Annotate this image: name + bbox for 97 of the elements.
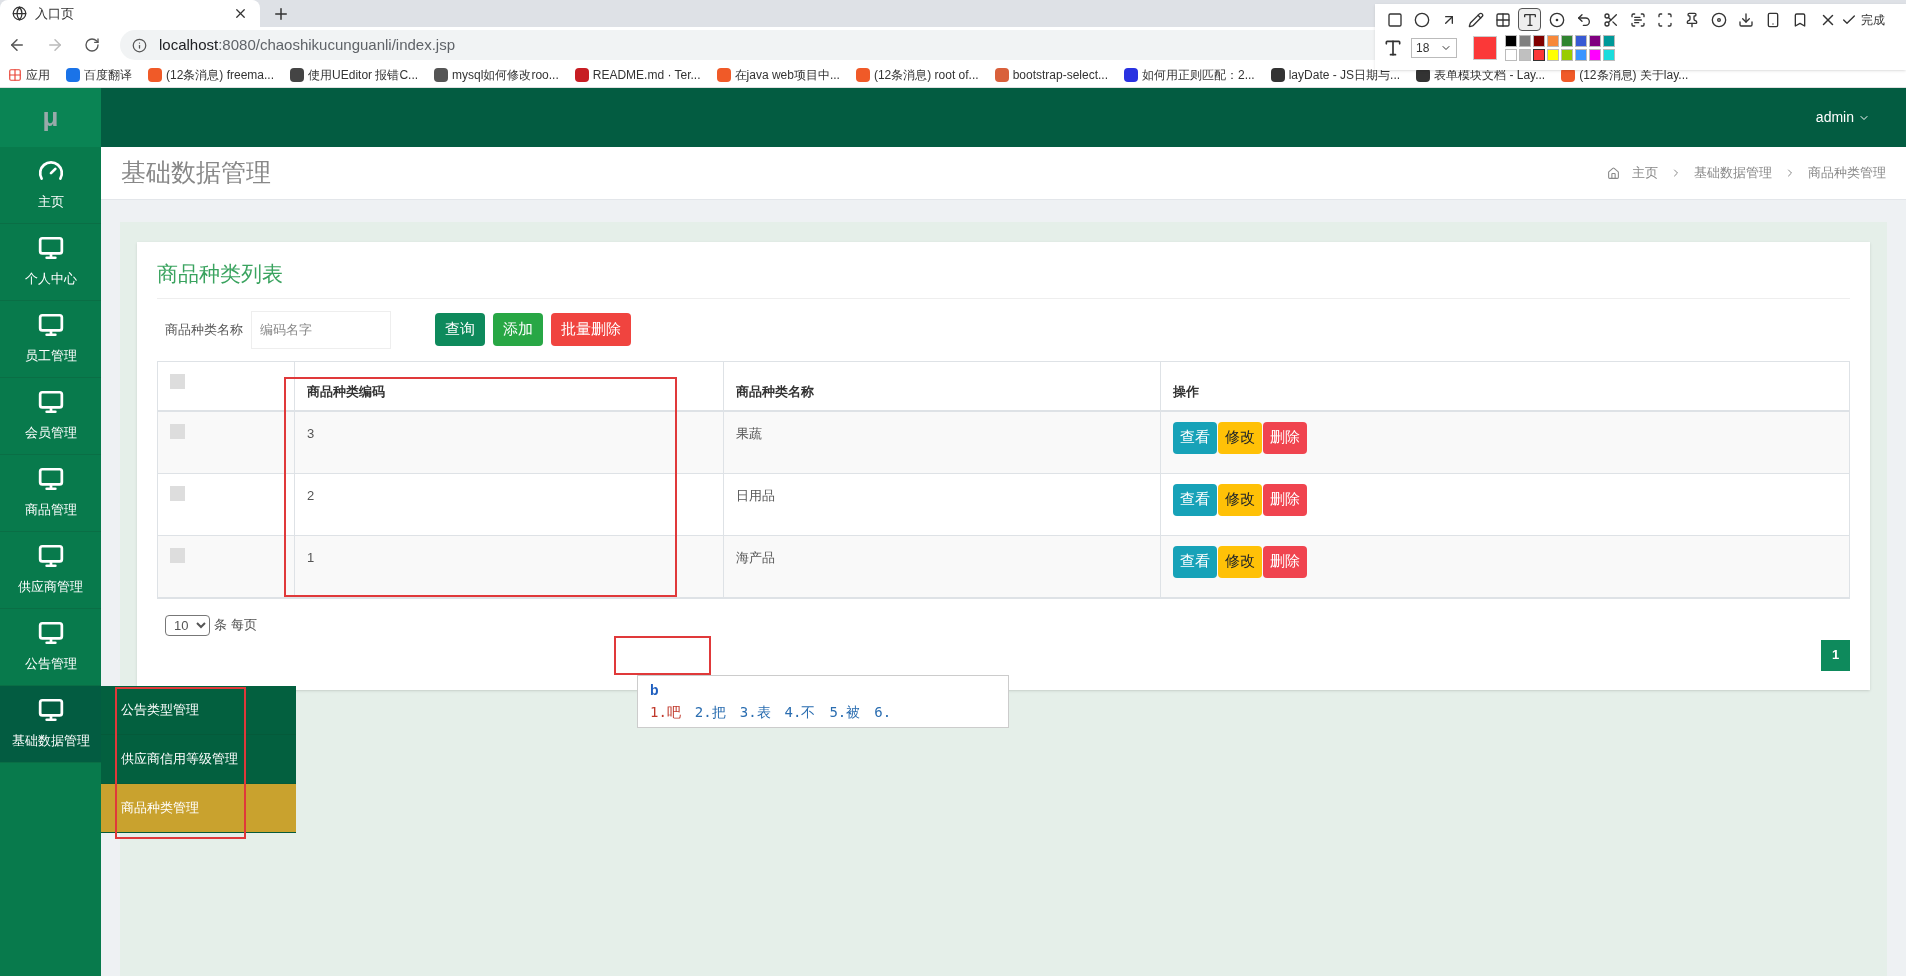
- column-header: 商品种类名称: [724, 361, 1161, 410]
- bookmark-link[interactable]: (12条消息) 关于lay...: [1579, 66, 1689, 84]
- column-header: 操作: [1172, 382, 1200, 401]
- back-icon[interactable]: [8, 36, 26, 54]
- table-cell: 3: [307, 425, 315, 441]
- monitor-icon: [37, 235, 64, 262]
- toolbar-button[interactable]: 查询: [435, 313, 485, 346]
- bookmark-link[interactable]: 如何用正则匹配：2...: [1142, 66, 1255, 84]
- row-action-button[interactable]: 删除: [1263, 483, 1307, 516]
- ime-candidate[interactable]: 3.表: [739, 702, 771, 723]
- palette-swatch[interactable]: [1533, 35, 1545, 47]
- ime-candidate[interactable]: 5.被: [829, 702, 861, 723]
- breadcrumb-link[interactable]: 主页: [1632, 163, 1658, 183]
- bookmark-link[interactable]: 表单模块文档 - Lay...: [1434, 66, 1546, 84]
- checkbox[interactable]: [170, 547, 185, 563]
- app-logo: μ: [0, 88, 101, 147]
- monitor-icon: [37, 620, 64, 647]
- palette-swatch[interactable]: [1603, 35, 1615, 47]
- page-button[interactable]: 1: [1821, 639, 1850, 671]
- row-action-button[interactable]: 查看: [1173, 483, 1217, 516]
- bookmark-link[interactable]: README.md · Ter...: [592, 66, 701, 84]
- table-cell: 果蔬: [736, 425, 762, 441]
- palette-swatch[interactable]: [1561, 49, 1573, 61]
- row-action-button[interactable]: 修改: [1218, 421, 1262, 454]
- bookmark-link[interactable]: mysql如何修改roo...: [452, 66, 559, 84]
- bookmark-link[interactable]: 百度翻译: [84, 66, 132, 84]
- breadcrumb-link[interactable]: 商品种类管理: [1808, 163, 1886, 183]
- palette-swatch[interactable]: [1561, 35, 1573, 47]
- palette-swatch[interactable]: [1589, 49, 1601, 61]
- sidebar-item[interactable]: 基础数据管理: [0, 686, 101, 763]
- breadcrumb-link[interactable]: 基础数据管理: [1694, 163, 1772, 183]
- bookmark-link[interactable]: (12条消息) freema...: [166, 66, 275, 84]
- bookmark-link[interactable]: 使用UEditor 报错C...: [308, 66, 419, 84]
- bookmark-link[interactable]: bootstrap-select...: [1012, 66, 1108, 84]
- ime-candidate[interactable]: 6.: [874, 702, 892, 723]
- ime-candidate[interactable]: 1.吧: [650, 702, 681, 723]
- page-title: 基础数据管理: [121, 157, 271, 189]
- checkbox[interactable]: [170, 423, 185, 439]
- font-size-select[interactable]: 18: [1411, 38, 1457, 58]
- card-title: 商品种类列表: [157, 242, 1850, 299]
- search-field[interactable]: 编码名字: [251, 310, 391, 349]
- row-action-button[interactable]: 查看: [1173, 545, 1217, 578]
- palette-swatch[interactable]: [1575, 49, 1587, 61]
- search-label: 商品种类名称: [165, 320, 243, 339]
- table-cell: 海产品: [736, 549, 775, 565]
- table-cell: 1: [307, 549, 315, 565]
- monitor-icon: [37, 697, 64, 724]
- palette-swatch[interactable]: [1533, 49, 1545, 61]
- submenu-item[interactable]: 公告类型管理: [101, 686, 296, 735]
- row-action-button[interactable]: 删除: [1263, 545, 1307, 578]
- palette-swatch[interactable]: [1519, 49, 1531, 61]
- user-menu[interactable]: admin: [1815, 107, 1870, 128]
- row-action-button[interactable]: 删除: [1263, 421, 1307, 454]
- ime-candidate[interactable]: 2.把: [694, 702, 726, 723]
- new-tab-icon[interactable]: [272, 5, 290, 23]
- toolbar-button[interactable]: 批量删除: [551, 313, 631, 346]
- palette-swatch[interactable]: [1519, 35, 1531, 47]
- globe-icon: [12, 6, 27, 21]
- info-icon: [132, 37, 147, 53]
- checkbox[interactable]: [170, 373, 185, 389]
- row-action-button[interactable]: 修改: [1218, 483, 1262, 516]
- table-cell: 2: [307, 487, 315, 503]
- ime-candidate[interactable]: 4.不: [784, 702, 816, 723]
- reload-icon[interactable]: [84, 37, 100, 53]
- palette-swatch[interactable]: [1603, 49, 1615, 61]
- toolbar-button[interactable]: 添加: [493, 313, 543, 346]
- row-action-button[interactable]: 修改: [1218, 545, 1262, 578]
- palette-swatch[interactable]: [1505, 49, 1517, 61]
- monitor-icon: [37, 543, 64, 570]
- url-text: localhost:8080/chaoshikucunguanli/index.jsp: [159, 34, 456, 55]
- page-size-select[interactable]: 10: [165, 614, 210, 636]
- monitor-icon: [37, 312, 64, 339]
- bookmark-link[interactable]: layDate - JS日期与...: [1288, 66, 1401, 84]
- bookmark-link[interactable]: 应用: [26, 66, 50, 84]
- current-color-swatch[interactable]: [1473, 36, 1497, 60]
- monitor-icon: [37, 389, 64, 416]
- bookmark-link[interactable]: 在java web项目中...: [734, 66, 840, 84]
- row-action-button[interactable]: 查看: [1173, 421, 1217, 454]
- table-cell: 日用品: [736, 487, 775, 503]
- close-icon[interactable]: [233, 6, 248, 21]
- done-button[interactable]: 完成: [1841, 10, 1885, 29]
- browser-tab[interactable]: 入口页: [0, 0, 260, 27]
- palette-swatch[interactable]: [1547, 35, 1559, 47]
- home-icon: [1607, 166, 1620, 180]
- monitor-icon: [37, 466, 64, 493]
- palette-swatch[interactable]: [1575, 35, 1587, 47]
- page-size-label: 条 每页: [214, 616, 257, 635]
- bookmark-link[interactable]: (12条消息) root of...: [873, 66, 979, 84]
- font-size-icon: [1383, 38, 1403, 58]
- checkbox[interactable]: [170, 485, 185, 501]
- palette-swatch[interactable]: [1589, 35, 1601, 47]
- column-header: 商品种类编码: [295, 361, 724, 410]
- text-tool-icon[interactable]: [1518, 8, 1541, 31]
- palette-swatch[interactable]: [1505, 35, 1517, 47]
- ime-input-text: b: [650, 681, 660, 700]
- palette-swatch[interactable]: [1547, 49, 1559, 61]
- apps-icon: [8, 68, 22, 82]
